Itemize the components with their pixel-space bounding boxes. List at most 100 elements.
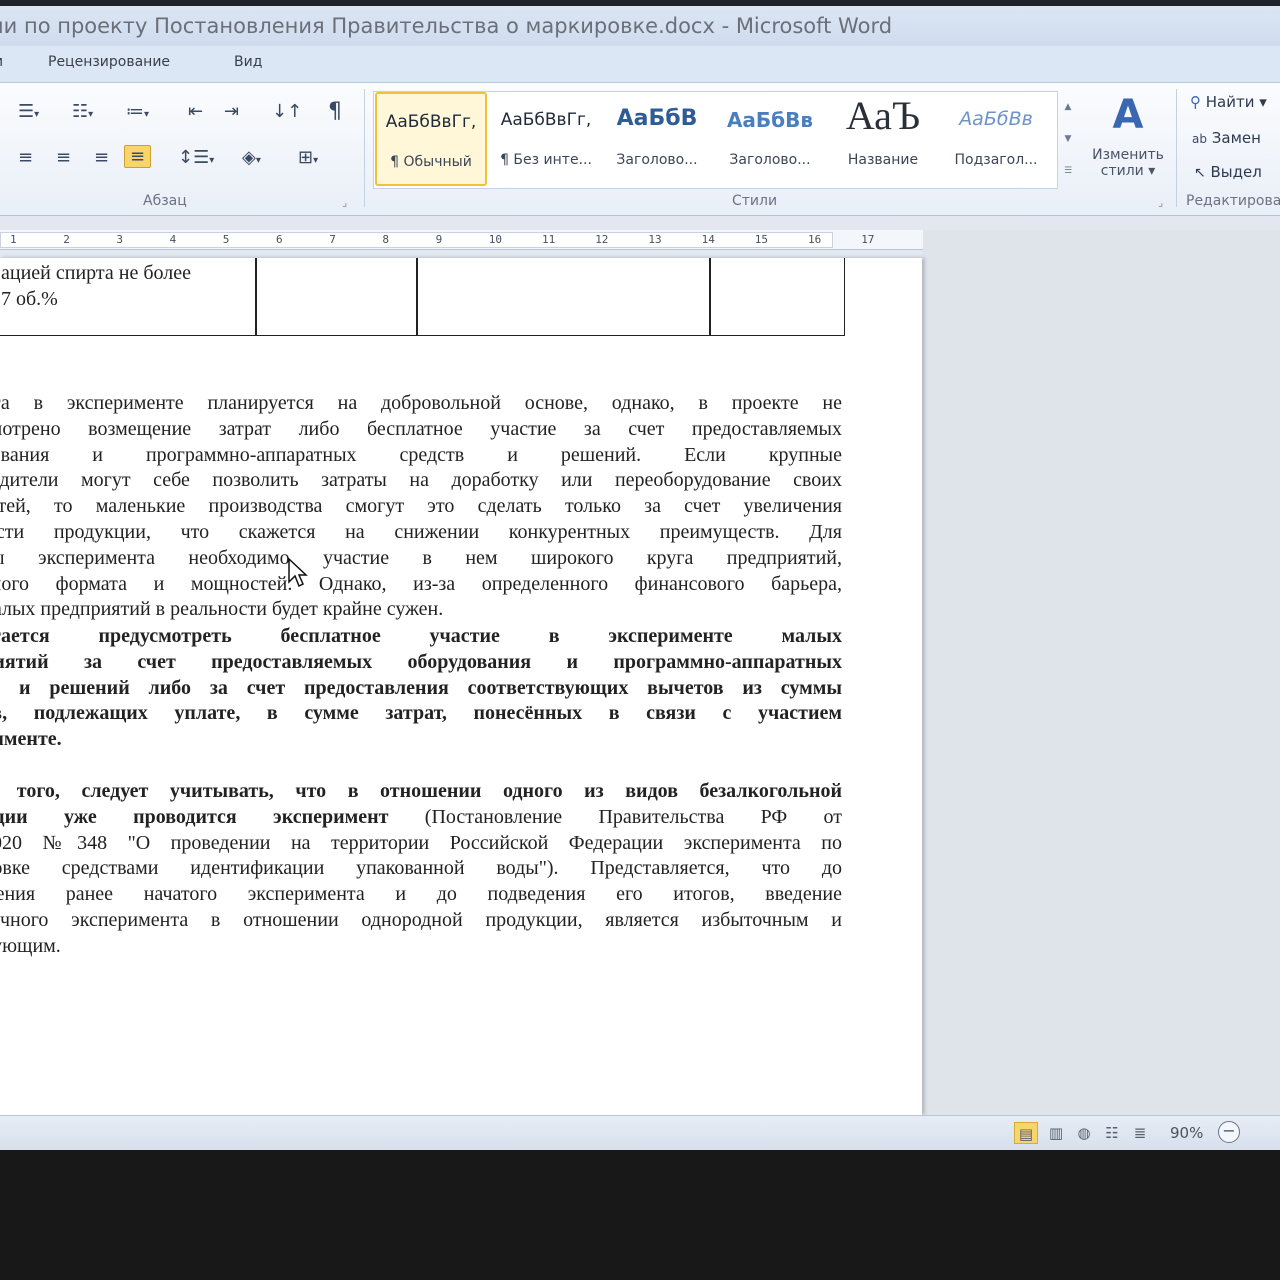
style-no-spacing[interactable]: АаБбВвГг, ¶ Без инте... — [490, 92, 602, 186]
table-fragment: ацией спирта не более 7 об.% — [0, 258, 845, 336]
group-separator — [1176, 89, 1177, 207]
ruler-number: 9 — [435, 233, 443, 246]
style-heading1[interactable]: АаБбВ Заголово... — [601, 92, 713, 186]
editing-group-label: Редактирован — [1186, 193, 1280, 209]
outline-view-icon[interactable]: ☷ — [1100, 1122, 1124, 1144]
zoom-level[interactable]: 90% — [1170, 1124, 1203, 1142]
document-background — [923, 230, 1280, 1115]
ruler-number: 3 — [116, 233, 124, 246]
style-name: Заголово... — [729, 152, 811, 168]
paragraph-line: одукции уже проводится эксперимент (Пост… — [0, 805, 842, 831]
ruler-number: 1 — [10, 233, 17, 246]
paragraph-line: едлагается предусмотреть бесплатное учас… — [0, 625, 842, 647]
paragraph-line: оимости продукции, что скажется на сниже… — [0, 520, 842, 543]
style-title[interactable]: АаЪ Название — [827, 92, 939, 186]
justify-button[interactable]: ≡ — [124, 145, 152, 168]
table-cell-line: ацией спирта не более — [1, 262, 191, 284]
paragraph-line: .03.2020 №348 "О проведении на территори… — [0, 831, 842, 854]
style-heading2[interactable]: АаБбВв Заголово... — [714, 92, 826, 186]
select-button[interactable]: ↖ Выдел — [1194, 163, 1262, 181]
paragraph-line: Работа в эксперименте планируется на доб… — [0, 392, 842, 414]
increase-indent-button[interactable]: ⇥ — [224, 101, 239, 122]
align-center-button[interactable]: ≡ — [56, 147, 71, 168]
find-button[interactable]: ⚲ Найти ▾ — [1190, 93, 1267, 111]
web-layout-view-icon[interactable]: ◍ — [1072, 1122, 1096, 1144]
align-right-button[interactable]: ≡ — [94, 147, 109, 168]
zoom-out-icon[interactable]: − — [1218, 1121, 1240, 1143]
bullets-button[interactable]: ☰▾ — [18, 101, 39, 122]
change-styles-button[interactable]: A Изменить стили ▾ — [1084, 91, 1172, 191]
gallery-down-icon[interactable]: ▼ — [1060, 123, 1076, 155]
gallery-up-icon[interactable]: ▲ — [1060, 91, 1076, 123]
ruler-number: 10 — [488, 233, 503, 246]
normal-run: (Постановление Правительства РФ от — [388, 805, 843, 828]
group-separator — [364, 89, 365, 207]
print-layout-view-icon[interactable]: ▤ — [1014, 1122, 1038, 1144]
document-page[interactable]: ацией спирта не более 7 об.% Работа в экс… — [0, 258, 922, 1115]
style-normal[interactable]: АаБбВвГг, ¶ Обычный — [375, 92, 487, 186]
paragraph-line: ют малых предприятий в реальности будет … — [0, 598, 444, 621]
horizontal-ruler[interactable]: 1 2 3 4 5 6 7 8 9 10 11 12 13 14 15 16 17 — [0, 230, 923, 250]
paragraph-line: вершения ранее начатого эксперимента и д… — [0, 883, 842, 906]
ruler-number: 12 — [595, 233, 609, 246]
table-cell-border — [709, 258, 711, 335]
style-name: Заголово... — [616, 152, 698, 168]
change-styles-label: Изменить — [1092, 147, 1164, 163]
paragraph-2: едлагается предусмотреть бесплатное учас… — [0, 624, 842, 753]
gallery-more-icon[interactable]: ☰ — [1060, 155, 1076, 187]
paragraph-line: алогичного эксперимента в отношении одно… — [0, 908, 842, 931]
ruler-number: 14 — [701, 233, 715, 246]
paragraph-line: зличного формата и мощностей. Однако, из… — [0, 572, 842, 595]
full-screen-reading-view-icon[interactable]: ▥ — [1044, 1122, 1068, 1144]
mouse-cursor-icon — [288, 558, 308, 588]
paragraph-1: Работа в эксперименте планируется на доб… — [0, 391, 842, 623]
paragraph-line: едств и решений либо за счет предоставле… — [0, 676, 842, 699]
paragraph-rest: .03.2020 №348 "О проведении на территори… — [0, 831, 842, 960]
table-cell-text: ацией спирта не более 7 об.% — [1, 260, 191, 312]
style-preview: АаБбВ — [616, 106, 698, 131]
word-window: ии по проекту Постановления Правительств… — [0, 0, 1280, 1150]
show-formatting-button[interactable]: ¶ — [328, 99, 342, 124]
paragraph-line: щностей, то маленькие производства смогу… — [0, 495, 842, 518]
tab-view[interactable]: Вид — [234, 54, 262, 70]
ribbon: ☰▾ ☷▾ ≔▾ ⇤ ⇥ ↓↑ ¶ ≡ ≡ ≡ ≡ ↕☰▾ ◈▾ ⊞▾ Абза… — [0, 82, 1280, 216]
style-subtitle[interactable]: АаБбВв Подзагол... — [940, 92, 1052, 186]
ribbon-tabs: и Рецензирование Вид — [0, 46, 1280, 82]
style-name: ¶ Обычный — [390, 154, 472, 170]
ruler-number: 5 — [222, 233, 230, 246]
paragraph-dialog-launcher-icon[interactable]: ⌟ — [342, 196, 347, 209]
ruler-number: 2 — [63, 233, 70, 246]
tab-partial[interactable]: и — [0, 54, 3, 70]
numbering-button[interactable]: ☷▾ — [72, 101, 93, 122]
paragraph-3: роме того, следует учитывать, что в отно… — [0, 779, 842, 960]
multilevel-list-button[interactable]: ≔▾ — [126, 101, 149, 122]
line-spacing-button[interactable]: ↕☰▾ — [178, 147, 214, 168]
sort-button[interactable]: ↓↑ — [272, 101, 302, 122]
find-label: Найти ▾ — [1205, 93, 1267, 111]
styles-dialog-launcher-icon[interactable]: ⌟ — [1158, 196, 1163, 209]
align-left-button[interactable]: ≡ — [18, 147, 33, 168]
style-name: Название — [847, 152, 919, 168]
bold-run: одукции уже проводится эксперимент — [0, 805, 389, 828]
styles-gallery-scroll[interactable]: ▲ ▼ ☰ — [1060, 91, 1076, 187]
replace-icon: ab — [1192, 132, 1207, 146]
decrease-indent-button[interactable]: ⇤ — [188, 101, 203, 122]
ruler-number: 4 — [169, 233, 177, 246]
paragraph-line: лноты эксперимента необходимо участие в … — [0, 546, 842, 569]
select-label: Выдел — [1210, 163, 1262, 181]
draft-view-icon[interactable]: ≣ — [1128, 1122, 1152, 1144]
cursor-arrow-icon: ↖ — [1194, 165, 1206, 181]
tab-review[interactable]: Рецензирование — [48, 54, 170, 70]
borders-button[interactable]: ⊞▾ — [298, 147, 318, 168]
style-preview: АаБбВв — [959, 108, 1033, 130]
ruler-number: 6 — [276, 233, 283, 246]
style-preview: АаБбВвГг, — [500, 110, 592, 130]
replace-label: Замен — [1211, 129, 1261, 147]
ruler-number: 16 — [808, 233, 822, 246]
paragraph-line: логов, подлежащих уплате, в сумме затрат… — [0, 702, 842, 725]
table-cell-border — [416, 258, 418, 335]
shading-button[interactable]: ◈▾ — [242, 147, 261, 168]
style-preview: АаБбВв — [726, 108, 814, 132]
replace-button[interactable]: ab Замен — [1192, 129, 1261, 147]
styles-gallery: АаБбВвГг, ¶ Обычный АаБбВвГг, ¶ Без инте… — [373, 91, 1058, 189]
